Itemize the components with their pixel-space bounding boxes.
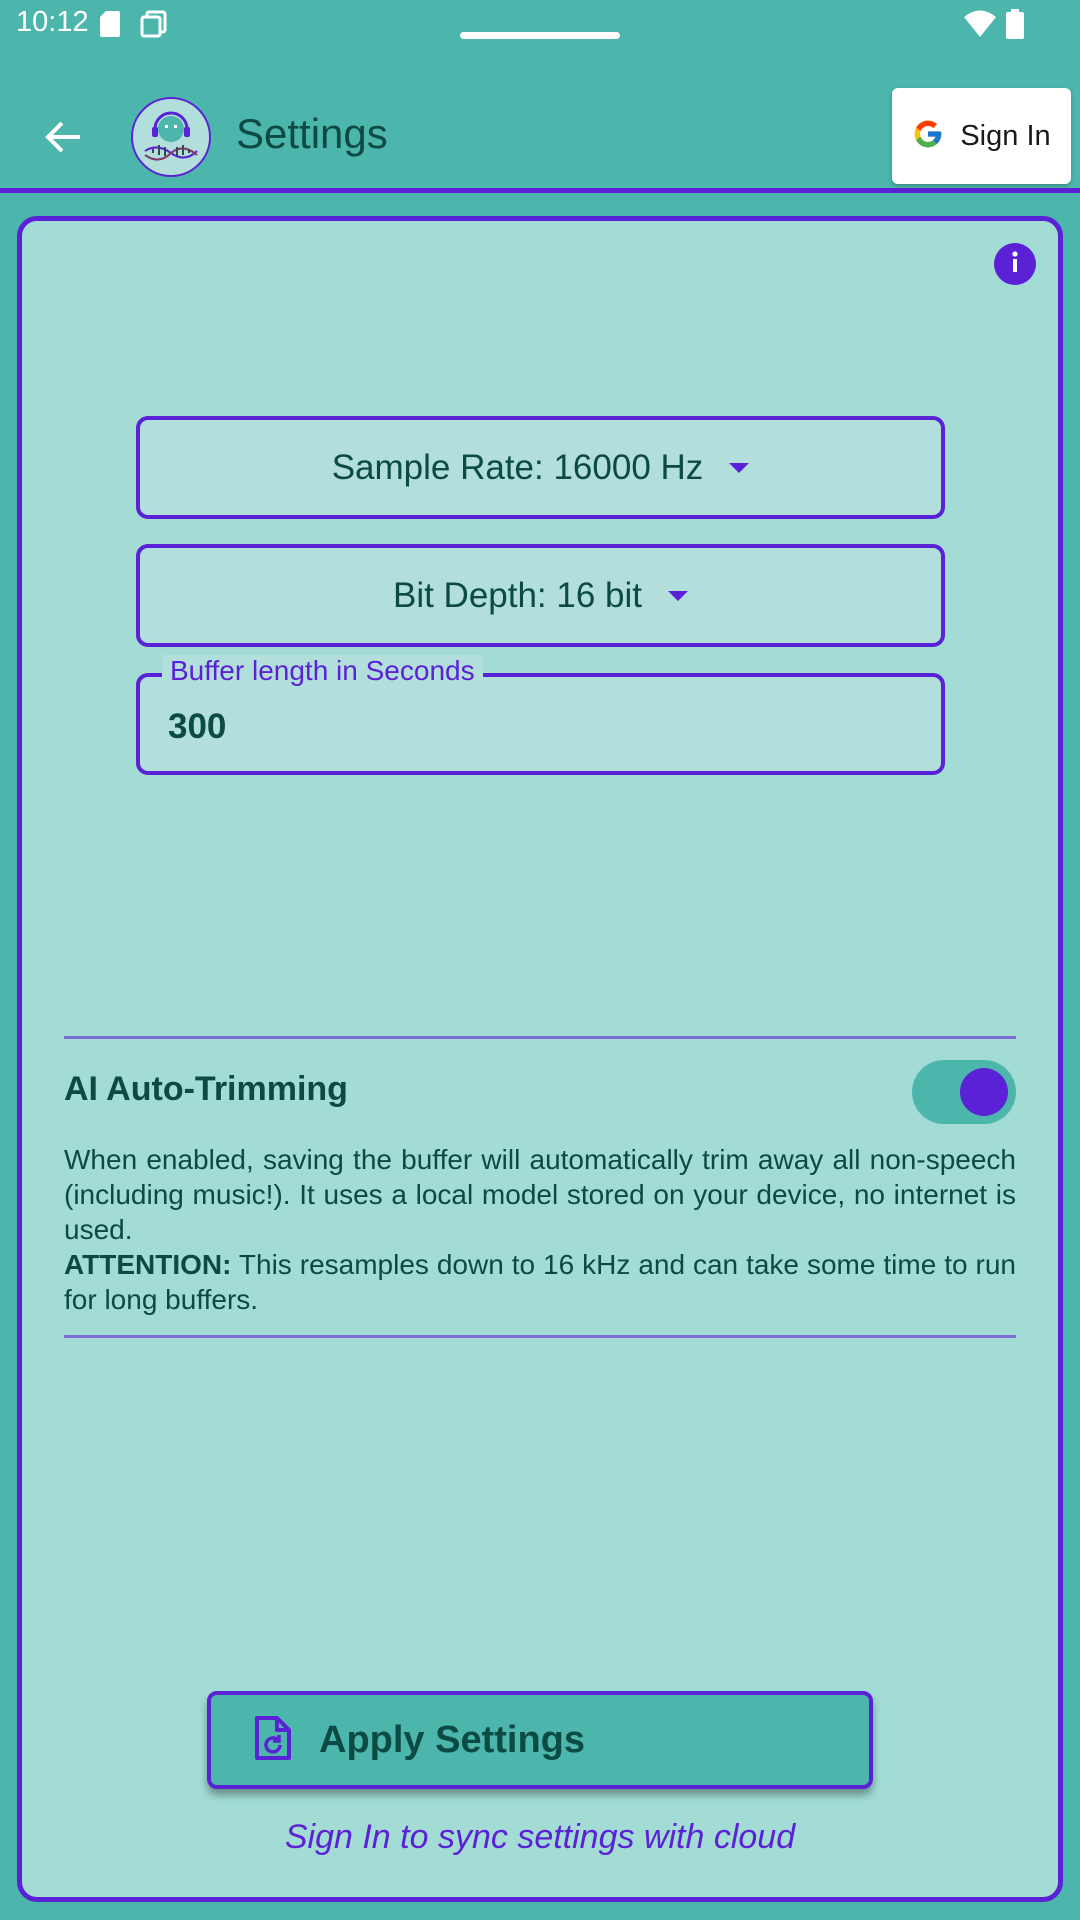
battery-icon xyxy=(1006,9,1024,44)
screen: 10:12 Settings Sign In Sample Rate: 1600… xyxy=(0,0,1080,1920)
toggle-thumb xyxy=(960,1068,1008,1116)
sample-rate-label: Sample Rate: 16000 Hz xyxy=(331,447,704,487)
info-button[interactable] xyxy=(994,243,1036,285)
ai-trimming-description: When enabled, saving the buffer will aut… xyxy=(64,1142,1016,1317)
app-logo xyxy=(131,97,211,177)
attention-label: ATTENTION: xyxy=(64,1249,232,1280)
bit-depth-dropdown[interactable]: Bit Depth: 16 bit xyxy=(136,544,945,647)
ai-trimming-toggle[interactable] xyxy=(912,1060,1016,1124)
buffer-length-value[interactable]: 300 xyxy=(168,707,226,747)
sd-card-icon xyxy=(100,10,120,43)
wifi-icon xyxy=(963,10,997,43)
drag-handle[interactable] xyxy=(460,32,620,39)
bit-depth-label: Bit Depth: 16 bit xyxy=(392,575,643,615)
apply-settings-button[interactable]: Apply Settings xyxy=(207,1691,873,1789)
status-bar: 10:12 xyxy=(0,0,1080,50)
buffer-length-label: Buffer length in Seconds xyxy=(162,655,483,687)
sync-settings-link[interactable]: Sign In to sync settings with cloud xyxy=(0,1818,1080,1857)
chevron-down-icon xyxy=(668,590,689,601)
sample-rate-dropdown[interactable]: Sample Rate: 16000 Hz xyxy=(136,416,945,519)
apply-settings-label: Apply Settings xyxy=(319,1718,586,1761)
description-text: When enabled, saving the buffer will aut… xyxy=(64,1144,1016,1245)
screenshot-icon xyxy=(140,10,168,43)
google-signin-button[interactable]: Sign In xyxy=(892,88,1071,184)
file-restore-icon xyxy=(253,1715,293,1766)
arrow-back-icon xyxy=(44,120,82,159)
buffer-length-input[interactable]: Buffer length in Seconds 300 xyxy=(136,655,945,775)
attention-line: ATTENTION: This resamples down to 16 kHz… xyxy=(64,1247,1016,1317)
signin-label: Sign In xyxy=(960,119,1051,152)
back-button[interactable] xyxy=(36,112,90,166)
divider-top xyxy=(64,1036,1016,1039)
page-title: Settings xyxy=(236,110,388,157)
divider-bottom xyxy=(64,1335,1016,1338)
ai-trimming-title: AI Auto-Trimming xyxy=(64,1070,348,1108)
status-time: 10:12 xyxy=(16,6,89,38)
info-icon xyxy=(1010,250,1020,278)
google-g-icon xyxy=(912,118,944,155)
chevron-down-icon xyxy=(729,462,750,473)
